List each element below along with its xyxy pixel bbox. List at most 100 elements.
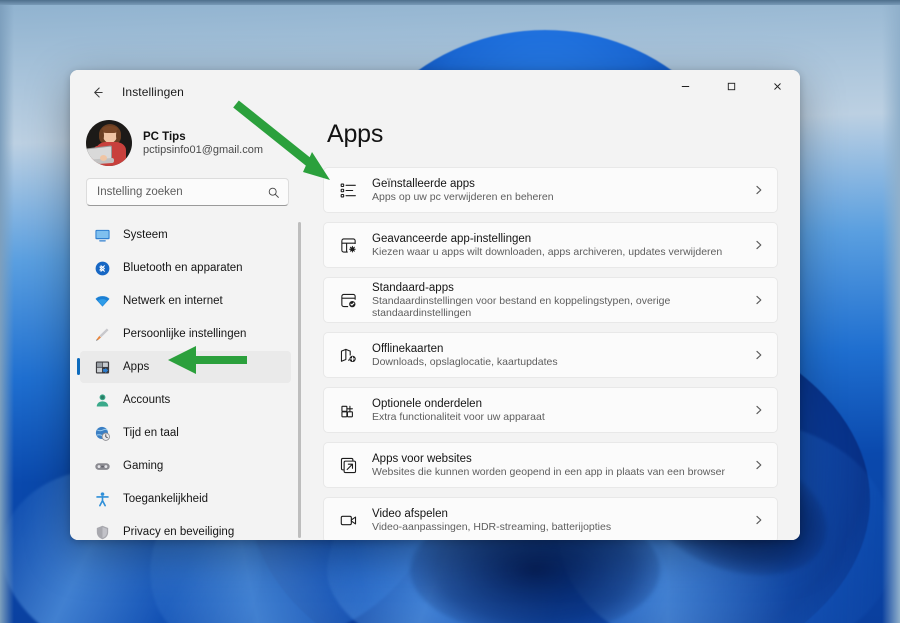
- chevron-right-icon: [753, 459, 765, 471]
- card-offline-maps[interactable]: Offlinekaarten Downloads, opslaglocatie,…: [323, 332, 778, 378]
- monitor-icon: [94, 227, 111, 244]
- card-subtitle: Websites die kunnen worden geopend in ee…: [372, 465, 725, 478]
- sidebar-item-toegankelijkheid[interactable]: Toegankelijkheid: [80, 483, 291, 515]
- account-text: PC Tips pctipsinfo01@gmail.com: [143, 131, 263, 156]
- maximize-icon: [727, 82, 735, 90]
- chevron-right-icon: [753, 184, 765, 196]
- back-arrow-icon: [93, 86, 103, 98]
- card-subtitle: Standaardinstellingen voor bestand en ko…: [372, 294, 671, 319]
- card-subtitle: Apps op uw pc verwijderen en beheren: [372, 190, 554, 203]
- paintbrush-icon: [94, 326, 111, 343]
- card-text: Video afspelen Video-aanpassingen, HDR-s…: [372, 508, 739, 533]
- app-settings-icon: [338, 235, 358, 255]
- sidebar-nav: Systeem Bluetooth en apparaten Netwerk e…: [70, 218, 305, 540]
- sidebar-item-label: Apps: [123, 361, 150, 374]
- card-title: Video afspelen: [372, 507, 448, 520]
- card-subtitle: Downloads, opslaglocatie, kaartupdates: [372, 355, 558, 368]
- app-list-icon: [338, 180, 358, 200]
- card-text: Offlinekaarten Downloads, opslaglocatie,…: [372, 343, 739, 368]
- back-button[interactable]: [82, 78, 112, 106]
- account-card[interactable]: PC Tips pctipsinfo01@gmail.com: [70, 114, 305, 176]
- card-video-playback[interactable]: Video afspelen Video-aanpassingen, HDR-s…: [323, 497, 778, 540]
- main-content: Apps Geïnstalleerde apps Apps op uw pc v…: [305, 114, 800, 540]
- account-email: pctipsinfo01@gmail.com: [143, 143, 263, 156]
- sidebar-item-gaming[interactable]: Gaming: [80, 450, 291, 482]
- globe-clock-icon: [94, 425, 111, 442]
- bluetooth-icon: [94, 260, 111, 277]
- sidebar-item-accounts[interactable]: Accounts: [80, 384, 291, 416]
- card-subtitle: Video-aanpassingen, HDR-streaming, batte…: [372, 520, 612, 533]
- sidebar-item-label: Toegankelijkheid: [123, 493, 209, 506]
- sidebar-item-label: Privacy en beveiliging: [123, 526, 235, 539]
- default-apps-icon: [338, 290, 358, 310]
- settings-window: Instellingen PC Tips pctipsinfo01@gmail.…: [70, 70, 800, 540]
- close-button[interactable]: [754, 70, 800, 102]
- window-body: PC Tips pctipsinfo01@gmail.com Instellin…: [70, 114, 800, 540]
- wallpaper-edge-right: [882, 0, 900, 623]
- sidebar-item-netwerk-en-internet[interactable]: Netwerk en internet: [80, 285, 291, 317]
- chevron-right-icon: [753, 514, 765, 526]
- minimize-button[interactable]: [662, 70, 708, 102]
- sidebar-item-systeem[interactable]: Systeem: [80, 219, 291, 251]
- card-text: Optionele onderdelen Extra functionalite…: [372, 398, 739, 423]
- close-icon: [773, 82, 781, 90]
- card-title: Apps voor websites: [372, 452, 472, 465]
- sidebar-item-bluetooth-en-apparaten[interactable]: Bluetooth en apparaten: [80, 252, 291, 284]
- apps-for-websites-icon: [338, 455, 358, 475]
- window-title: Instellingen: [122, 85, 184, 99]
- sidebar: PC Tips pctipsinfo01@gmail.com Instellin…: [70, 114, 305, 540]
- minimize-icon: [681, 85, 689, 87]
- sidebar-item-apps[interactable]: Apps: [77, 351, 291, 384]
- wallpaper-top-edge: [0, 0, 900, 5]
- sidebar-item-label: Systeem: [123, 229, 168, 242]
- wifi-icon: [94, 293, 111, 310]
- search-box[interactable]: [86, 178, 289, 207]
- card-title: Offlinekaarten: [372, 342, 444, 355]
- card-advanced-app-settings[interactable]: Geavanceerde app-instellingen Kiezen waa…: [323, 222, 778, 268]
- card-default-apps[interactable]: Standaard-apps Standaardinstellingen voo…: [323, 277, 778, 323]
- card-installed-apps[interactable]: Geïnstalleerde apps Apps op uw pc verwij…: [323, 167, 778, 213]
- avatar: [86, 120, 132, 166]
- card-subtitle: Extra functionaliteit voor uw apparaat: [372, 410, 545, 423]
- sidebar-scrollbar[interactable]: [298, 222, 301, 538]
- gamepad-icon: [94, 458, 111, 475]
- optional-features-icon: [338, 400, 358, 420]
- window-titlebar: Instellingen: [70, 70, 800, 114]
- sidebar-item-privacy-en-beveiliging[interactable]: Privacy en beveiliging: [80, 516, 291, 540]
- apps-icon: [94, 359, 111, 376]
- sidebar-item-label: Accounts: [123, 394, 171, 407]
- sidebar-item-label: Tijd en taal: [123, 427, 179, 440]
- card-title: Optionele onderdelen: [372, 397, 482, 410]
- card-title: Geïnstalleerde apps: [372, 177, 475, 190]
- chevron-right-icon: [753, 239, 765, 251]
- chevron-right-icon: [753, 404, 765, 416]
- card-apps-for-websites[interactable]: Apps voor websites Websites die kunnen w…: [323, 442, 778, 488]
- sidebar-item-label: Gaming: [123, 460, 164, 473]
- card-optional-features[interactable]: Optionele onderdelen Extra functionalite…: [323, 387, 778, 433]
- sidebar-item-label: Bluetooth en apparaten: [123, 262, 243, 275]
- offline-maps-icon: [338, 345, 358, 365]
- screen: Instellingen PC Tips pctipsinfo01@gmail.…: [0, 0, 900, 623]
- sidebar-item-label: Netwerk en internet: [123, 295, 223, 308]
- person-icon: [94, 392, 111, 409]
- account-name: PC Tips: [143, 130, 186, 143]
- sidebar-item-tijd-en-taal[interactable]: Tijd en taal: [80, 417, 291, 449]
- card-text: Standaard-apps Standaardinstellingen voo…: [372, 282, 739, 319]
- video-playback-icon: [338, 510, 358, 530]
- page-title: Apps: [327, 120, 384, 148]
- card-text: Apps voor websites Websites die kunnen w…: [372, 453, 739, 478]
- accessibility-icon: [94, 491, 111, 508]
- search-icon: [267, 186, 280, 199]
- card-text: Geïnstalleerde apps Apps op uw pc verwij…: [372, 178, 739, 203]
- card-subtitle: Kiezen waar u apps wilt downloaden, apps…: [372, 245, 723, 258]
- sidebar-item-persoonlijke-instellingen[interactable]: Persoonlijke instellingen: [80, 318, 291, 350]
- card-text: Geavanceerde app-instellingen Kiezen waa…: [372, 233, 739, 258]
- window-caption-buttons: [662, 70, 800, 114]
- card-title: Geavanceerde app-instellingen: [372, 232, 532, 245]
- shield-icon: [94, 524, 111, 540]
- maximize-button[interactable]: [708, 70, 754, 102]
- chevron-right-icon: [753, 349, 765, 361]
- search-input[interactable]: [97, 186, 267, 199]
- chevron-right-icon: [753, 294, 765, 306]
- wallpaper-edge-left: [0, 0, 14, 623]
